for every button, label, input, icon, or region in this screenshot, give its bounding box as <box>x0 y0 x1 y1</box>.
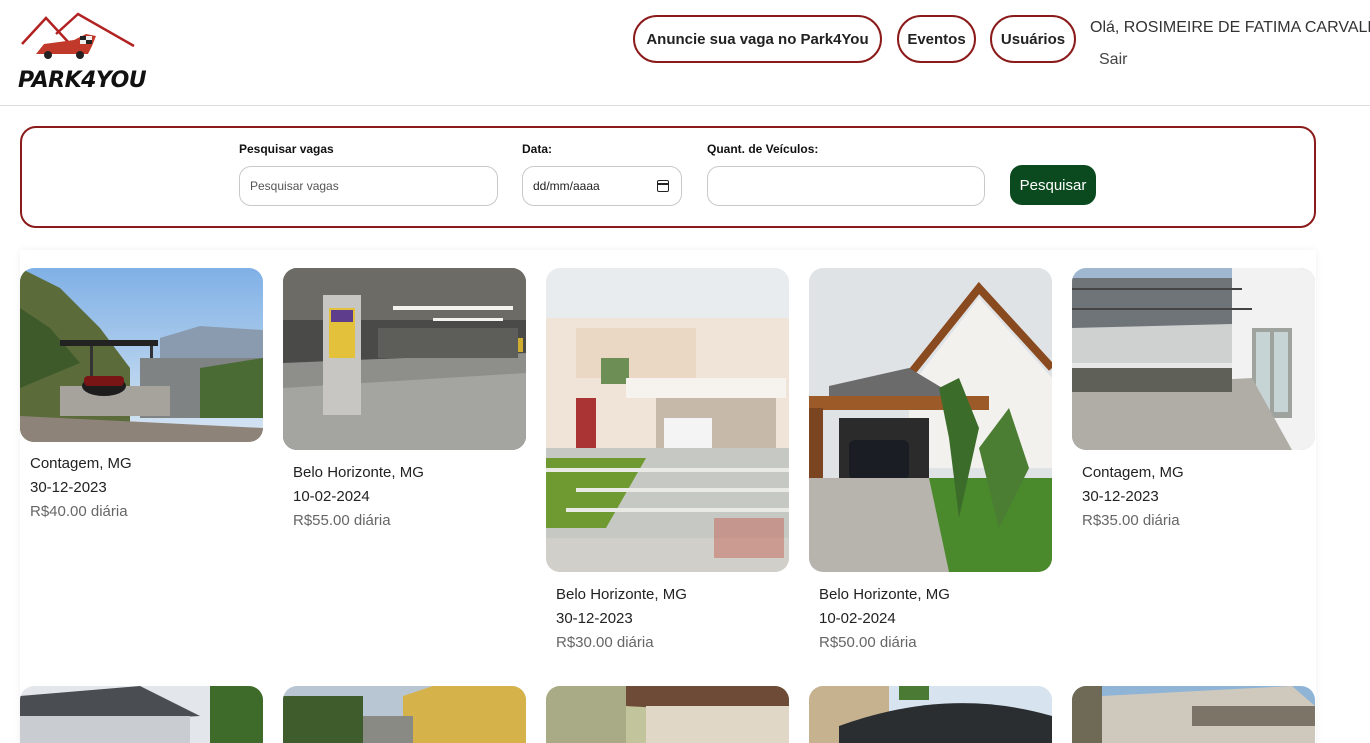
search-query-label: Pesquisar vagas <box>239 142 334 156</box>
listing-info: Belo Horizonte, MG 10-02-2024 R$50.00 di… <box>819 583 950 655</box>
house-car-logo-icon <box>21 12 135 59</box>
listing-info: Contagem, MG 30-12-2023 R$40.00 diária <box>30 452 132 524</box>
listing-city: Contagem, MG <box>1082 464 1184 481</box>
vehicle-count-input[interactable] <box>707 166 985 206</box>
logout-link[interactable]: Sair <box>1099 51 1127 69</box>
listing-info: Belo Horizonte, MG 30-12-2023 R$30.00 di… <box>556 583 687 655</box>
listing-photo[interactable] <box>809 686 1052 743</box>
listing-price: R$50.00 diária <box>819 634 917 651</box>
listing-city: Contagem, MG <box>30 455 132 472</box>
listing-price: R$30.00 diária <box>556 634 654 651</box>
listing-photo <box>809 268 1052 572</box>
listing-photo <box>546 268 789 572</box>
listing-date: 30-12-2023 <box>556 610 633 627</box>
events-button[interactable]: Eventos <box>897 15 976 63</box>
user-greeting: Olá, ROSIMEIRE DE FATIMA CARVALHO <box>1090 19 1370 36</box>
site-header: PARK4YOU Anuncie sua vaga no Park4You Ev… <box>0 0 1370 106</box>
listing-date: 30-12-2023 <box>30 479 107 496</box>
listing-date: 10-02-2024 <box>293 488 370 505</box>
listing-date: 10-02-2024 <box>819 610 896 627</box>
listing-price: R$35.00 diária <box>1082 512 1180 529</box>
search-panel: Pesquisar vagas Pesquisar vagas Data: dd… <box>20 126 1316 228</box>
listing-photo <box>1072 268 1315 450</box>
listing-photo[interactable] <box>546 686 789 743</box>
listing-city: Belo Horizonte, MG <box>293 464 424 481</box>
listing-info: Belo Horizonte, MG 10-02-2024 R$55.00 di… <box>293 461 424 533</box>
date-label: Data: <box>522 142 553 156</box>
brand-name: PARK4YOU <box>18 68 147 93</box>
listing-photo[interactable] <box>283 686 526 743</box>
listing-city: Belo Horizonte, MG <box>819 586 950 603</box>
listing-photo[interactable] <box>20 686 263 743</box>
search-query-input[interactable]: Pesquisar vagas <box>239 166 498 206</box>
park4you-logo[interactable]: PARK4YOU <box>16 10 147 94</box>
users-button[interactable]: Usuários <box>990 15 1076 63</box>
listing-photo[interactable] <box>1072 686 1315 743</box>
listing-date: 30-12-2023 <box>1082 488 1159 505</box>
search-button[interactable]: Pesquisar <box>1010 165 1096 205</box>
vehicle-count-label: Quant. de Veículos: <box>707 142 819 156</box>
listing-city: Belo Horizonte, MG <box>556 586 687 603</box>
announce-spot-button[interactable]: Anuncie sua vaga no Park4You <box>633 15 882 63</box>
date-input[interactable]: dd/mm/aaaa <box>522 166 682 206</box>
listing-info: Contagem, MG 30-12-2023 R$35.00 diária <box>1082 461 1184 533</box>
date-placeholder: dd/mm/aaaa <box>533 179 600 193</box>
listing-price: R$40.00 diária <box>30 503 128 520</box>
listing-grid: Contagem, MG 30-12-2023 R$40.00 diária B… <box>20 250 1316 743</box>
listing-photo <box>20 268 263 442</box>
listing-price: R$55.00 diária <box>293 512 391 529</box>
calendar-icon[interactable] <box>657 180 669 192</box>
listing-photo <box>283 268 526 450</box>
